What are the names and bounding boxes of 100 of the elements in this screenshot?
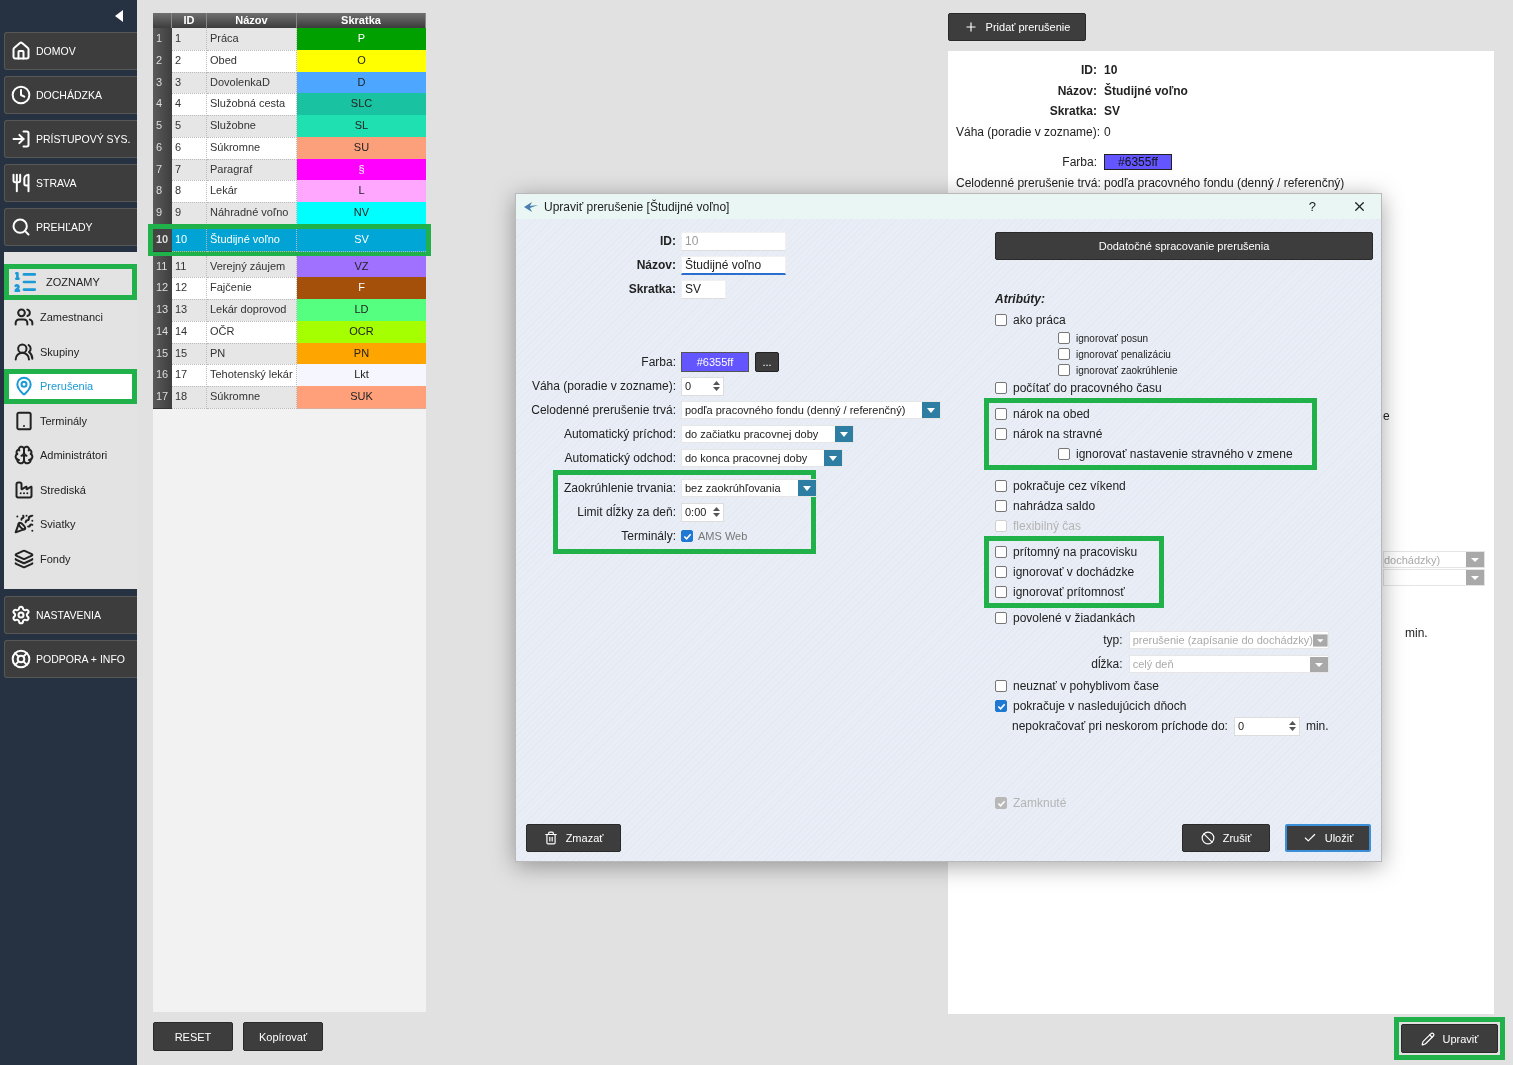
nav-button[interactable]: STRAVA [4,164,137,202]
nav-item[interactable]: Administrátori [4,438,137,473]
field-label: Farba: [640,355,676,369]
cancel-button[interactable]: Zrušiť [1182,824,1270,852]
processing-button[interactable]: Dodatočné spracovanie prerušenia [995,232,1373,260]
row-number: 14 [153,320,172,344]
table-row[interactable]: 17 18 Súkromne SUK [153,386,426,408]
color-code-cell: SV [297,228,426,252]
search-icon [11,217,31,237]
table-row[interactable]: 11 11 Verejný záujem VZ [153,255,426,278]
table-row[interactable]: 13 13 Lekár doprovod LD [153,299,426,321]
table-row[interactable]: 9 9 Náhradné voľno NV [153,202,426,224]
number-field[interactable]: 0 [1233,716,1300,736]
checkbox[interactable] [995,500,1007,512]
field-label: Názov: [635,258,676,272]
nav-button[interactable]: PRÍSTUPOVÝ SYS. [4,120,137,158]
field-label: Automatický odchod: [563,451,676,465]
checkbox[interactable] [995,680,1007,692]
row-number: 17 [153,386,172,409]
nav-button[interactable]: PODPORA + INFO [4,640,137,678]
number-field[interactable]: 0 [681,376,724,396]
color-code-cell: NV [297,202,426,225]
checkbox[interactable] [995,480,1007,492]
text-field[interactable]: SV [681,279,726,299]
dropdown[interactable]: do začiatku pracovnej doby [681,425,855,443]
row-number: 8 [153,180,172,203]
checkbox-label: AMS Web [698,530,748,542]
action-button[interactable]: RESET [153,1022,233,1051]
section-title: Atribúty: [995,292,1045,308]
nav-button[interactable]: DOMOV [4,32,137,70]
table-row[interactable]: 10 10 Študijné voľno SV [148,223,431,256]
close-icon [1352,199,1367,214]
checkbox[interactable] [995,566,1007,578]
table-row[interactable]: 12 12 Fajčenie F [153,277,426,299]
table-row[interactable]: 8 8 Lekár L [153,180,426,202]
nav-item[interactable]: Terminály [4,403,137,438]
nav-button[interactable]: NASTAVENIA [4,596,137,634]
checkbox[interactable] [1058,332,1070,344]
table-cell: 18 [172,386,207,409]
checkbox[interactable] [995,546,1007,558]
table-row[interactable]: 1 1 Práca P [153,28,426,50]
nav-item[interactable]: Skupiny [4,334,137,369]
unit-label: min. [1305,719,1329,733]
color-swatch[interactable]: #6355ff [681,352,749,372]
nav-section[interactable]: ZOZNAMY [4,264,137,300]
text-field[interactable]: Študijné voľno [681,255,786,275]
row-number: 5 [153,115,172,138]
nav-button[interactable]: PREHĽADY [4,208,137,246]
group-icon [14,341,34,362]
table-row[interactable]: 6 6 Súkromne SU [153,136,426,159]
close-button[interactable] [1352,199,1367,214]
table-row[interactable]: 3 3 DovolenkaD D [153,71,426,94]
checkbox-label: Zamknuté [1013,796,1067,810]
checkbox[interactable] [995,382,1007,394]
nav-button[interactable]: DOCHÁDZKA [4,76,137,114]
table-row[interactable]: 7 7 Paragraf § [153,158,426,181]
list-icon [12,269,38,295]
table-row[interactable]: 15 15 PN PN [153,342,426,365]
number-field[interactable]: 0:00 [681,502,724,522]
nav-item[interactable]: Fondy [4,541,137,576]
collapse-icon[interactable] [115,10,123,22]
home-icon [11,41,31,61]
table-row[interactable]: 16 17 Tehotenský lekár Lkt [153,364,426,386]
nav-item[interactable]: Sviatky [4,507,137,542]
dropdown[interactable]: bez zaokrúhľovania [681,479,817,497]
nav-item[interactable]: Zamestnanci [4,300,137,335]
field-label: typ: [1103,633,1123,647]
checkbox[interactable] [1058,364,1070,376]
dropdown[interactable]: podľa pracovného fondu (denný / referenčný) [681,401,942,419]
table-row[interactable]: 2 2 Obed O [153,49,426,72]
checkbox[interactable] [995,314,1007,326]
color-picker-button[interactable]: ... [755,352,779,372]
checkbox[interactable] [995,428,1007,440]
checkbox[interactable] [995,408,1007,420]
settings-icon [11,605,31,625]
checkbox[interactable] [995,700,1007,712]
table-row[interactable]: 4 4 Služobná cesta SLC [153,93,426,115]
checkbox[interactable] [995,586,1007,598]
checkbox[interactable] [1058,448,1070,460]
check-icon [1302,831,1317,845]
checkbox[interactable] [681,530,693,542]
dropdown[interactable]: do konca pracovnej doby [681,449,844,467]
row-number: 10 [153,228,172,252]
checkbox[interactable] [1058,348,1070,360]
color-code-cell: SLC [297,93,426,116]
save-button[interactable]: Uložiť [1285,824,1371,852]
action-button[interactable]: Kopírovať [243,1022,323,1051]
delete-button[interactable]: Zmazať [526,824,621,852]
add-button[interactable]: Pridať prerušenie [948,13,1086,41]
help-button[interactable]: ? [1308,199,1316,214]
lifebuoy-icon [11,649,31,669]
table-row[interactable]: 5 5 Služobne SL [153,115,426,137]
nav-item[interactable]: Strediská [4,472,137,507]
color-code-cell: LD [297,299,426,322]
dropdown[interactable] [1383,569,1485,586]
layers-icon [14,548,34,569]
checkbox[interactable] [995,612,1007,624]
table-row[interactable]: 14 14 OČR OCR [153,320,426,343]
edit-button[interactable]: Upraviť [1401,1024,1498,1053]
color-code-cell: F [297,277,426,300]
